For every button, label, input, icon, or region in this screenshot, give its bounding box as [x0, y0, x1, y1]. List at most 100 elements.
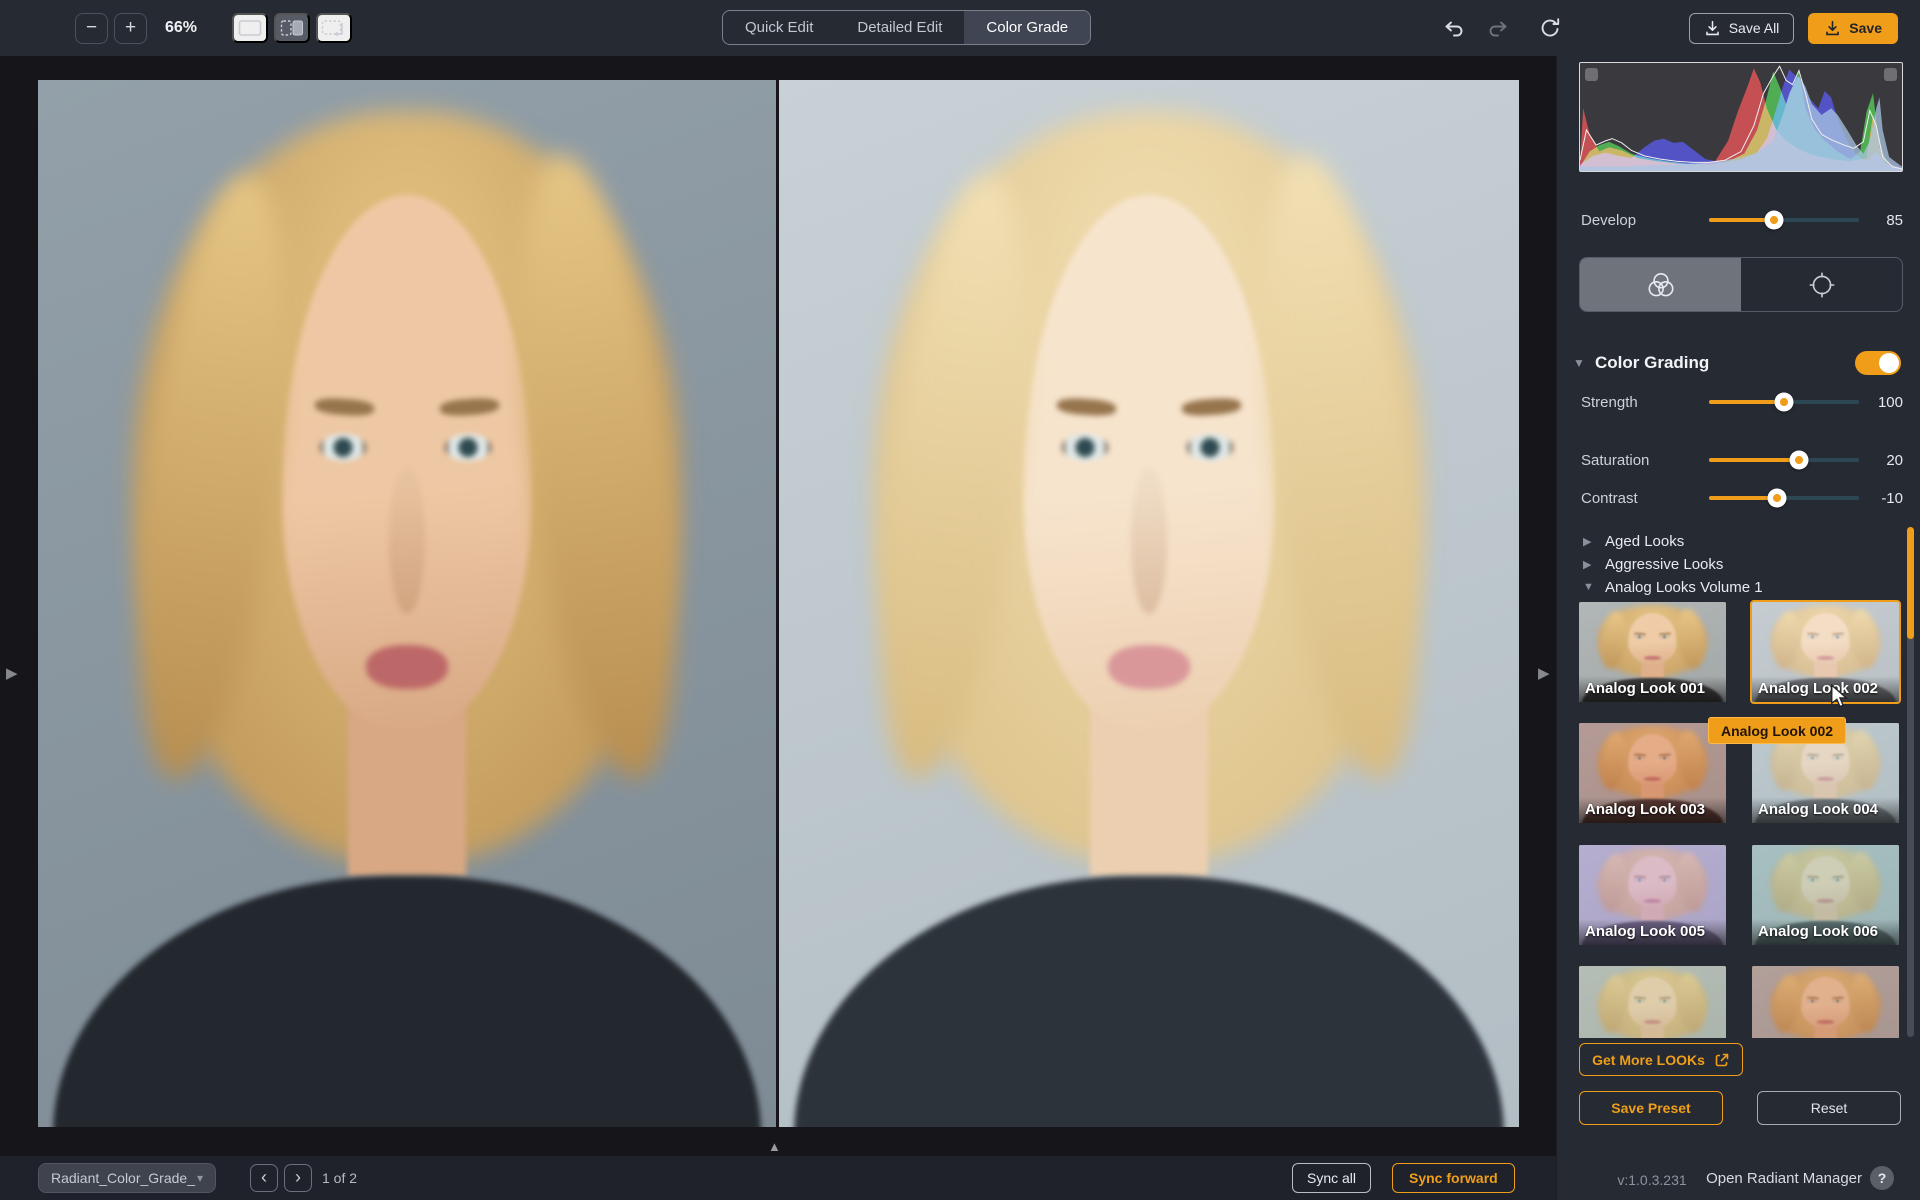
color-grading-title: Color Grading: [1595, 353, 1710, 372]
save-preset-button[interactable]: Save Preset: [1579, 1091, 1723, 1125]
panel-mode-tabs: [1579, 257, 1903, 312]
caret-down-icon: ▾: [196, 1171, 203, 1185]
single-view-button[interactable]: [232, 13, 268, 43]
download-icon: [1705, 20, 1719, 35]
develop-slider-row: Develop 85: [1581, 210, 1903, 230]
next-image-button[interactable]: ›: [284, 1164, 312, 1192]
bottom-bar: Radiant_Color_Grade_ ▾ ‹ › 1 of 2 Sync a…: [0, 1156, 1556, 1200]
adjustments-panel: Develop 85 ▼ Color Grading Strength 100 …: [1556, 56, 1920, 1200]
rgb-circles-icon: [1648, 272, 1673, 296]
look-thumbnail-007[interactable]: [1579, 966, 1726, 1038]
split-view-button[interactable]: [274, 13, 310, 43]
color-grading-header[interactable]: ▼ Color Grading: [1573, 350, 1905, 376]
previous-image-button[interactable]: ‹: [250, 1164, 278, 1192]
strength-value: 100: [1877, 393, 1903, 411]
look-tooltip: Analog Look 002: [1708, 717, 1847, 744]
expand-left-panel-arrow[interactable]: ▶: [6, 664, 18, 682]
single-view-icon: [238, 20, 262, 36]
file-name: Radiant_Color_Grade_: [51, 1170, 195, 1186]
toggle-view-button[interactable]: [316, 13, 352, 43]
look-thumbnail-002[interactable]: Analog Look 002: [1750, 600, 1901, 704]
expand-triangle-icon[interactable]: ▶: [1583, 535, 1595, 548]
slider-thumb[interactable]: [1774, 392, 1794, 412]
save-preset-label: Save Preset: [1611, 1100, 1691, 1116]
saturation-label: Saturation: [1581, 451, 1650, 469]
group-aggressive-looks[interactable]: ▶ Aggressive Looks: [1583, 553, 1883, 575]
group-label: Aggressive Looks: [1605, 555, 1724, 573]
look-thumbnail-006[interactable]: Analog Look 006: [1752, 845, 1899, 945]
highlight-clipping-indicator[interactable]: [1884, 68, 1897, 81]
collapse-right-panel-arrow[interactable]: ▶: [1538, 664, 1550, 682]
looks-scrollbar[interactable]: [1907, 527, 1914, 1037]
group-analog-looks-volume-1[interactable]: ▼ Analog Looks Volume 1: [1583, 576, 1883, 598]
save-all-button[interactable]: Save All: [1688, 12, 1795, 44]
slider-thumb[interactable]: [1789, 450, 1809, 470]
open-radiant-manager-link[interactable]: Open Radiant Manager: [1706, 1170, 1862, 1187]
look-thumbnail-005[interactable]: Analog Look 005: [1579, 845, 1726, 945]
look-thumbnail-003[interactable]: Analog Look 003: [1579, 723, 1726, 823]
look-thumbnail-008[interactable]: [1752, 966, 1899, 1038]
toggle-knob: [1879, 353, 1899, 373]
looks-grid: Analog Look 001 Analog Look 002 Analog L…: [1557, 596, 1920, 1038]
look-thumbnail-001[interactable]: Analog Look 001: [1579, 602, 1726, 702]
histogram[interactable]: [1579, 62, 1903, 172]
saturation-value: 20: [1886, 451, 1903, 469]
undo-button[interactable]: [1439, 13, 1469, 43]
reset-button[interactable]: Reset: [1757, 1091, 1901, 1125]
strength-label: Strength: [1581, 393, 1638, 411]
contrast-slider-row: Contrast -10: [1581, 488, 1903, 508]
redo-button[interactable]: [1483, 13, 1513, 43]
file-name-dropdown[interactable]: Radiant_Color_Grade_ ▾: [38, 1163, 216, 1193]
external-link-icon: [1715, 1053, 1729, 1066]
zoom-out-button[interactable]: −: [75, 12, 108, 44]
reset-image-button[interactable]: [1535, 13, 1565, 43]
targeted-adjust-mode-tab[interactable]: [1741, 258, 1902, 311]
contrast-value: -10: [1881, 489, 1903, 507]
saturation-slider[interactable]: [1709, 450, 1859, 470]
split-view-icon: [280, 20, 303, 36]
collapse-triangle-icon[interactable]: ▼: [1573, 356, 1595, 370]
crosshair-icon: [1809, 272, 1834, 297]
sync-all-label: Sync all: [1307, 1170, 1357, 1186]
contrast-label: Contrast: [1581, 489, 1638, 507]
looks-scrollbar-thumb[interactable]: [1907, 527, 1914, 639]
save-button[interactable]: Save: [1808, 12, 1898, 44]
look-label: Analog Look 005: [1579, 919, 1726, 945]
after-image[interactable]: [779, 80, 1519, 1127]
get-more-looks-button[interactable]: Get More LOOKs: [1579, 1043, 1743, 1076]
filmstrip-toggle-arrow[interactable]: ▲: [768, 1139, 781, 1154]
expand-triangle-icon[interactable]: ▶: [1583, 558, 1595, 571]
saturation-slider-row: Saturation 20: [1581, 450, 1903, 470]
help-icon[interactable]: ?: [1870, 1166, 1894, 1190]
get-more-looks-label: Get More LOOKs: [1592, 1051, 1705, 1068]
group-aged-looks[interactable]: ▶ Aged Looks: [1583, 530, 1883, 552]
look-tooltip-text: Analog Look 002: [1721, 722, 1834, 739]
save-all-label: Save All: [1728, 20, 1780, 36]
tab-color-grade[interactable]: Color Grade: [964, 11, 1091, 44]
color-grading-toggle[interactable]: [1855, 351, 1901, 375]
slider-thumb[interactable]: [1764, 210, 1783, 230]
look-label: Analog Look 003: [1579, 797, 1726, 823]
reset-label: Reset: [1810, 1100, 1848, 1116]
page-indicator: 1 of 2: [322, 1170, 358, 1186]
group-label: Analog Looks Volume 1: [1605, 578, 1763, 596]
shadow-clipping-indicator[interactable]: [1585, 68, 1598, 81]
strength-slider[interactable]: [1709, 392, 1859, 412]
contrast-slider[interactable]: [1709, 488, 1859, 508]
tab-quick-edit[interactable]: Quick Edit: [723, 11, 835, 44]
tab-detailed-edit[interactable]: Detailed Edit: [835, 11, 964, 44]
color-grade-mode-tab[interactable]: [1580, 258, 1741, 311]
zoom-in-button[interactable]: +: [114, 12, 147, 44]
group-label: Aged Looks: [1605, 532, 1685, 550]
expand-triangle-icon[interactable]: ▼: [1583, 581, 1595, 593]
sync-forward-button[interactable]: Sync forward: [1392, 1163, 1515, 1193]
zoom-level: 66%: [165, 19, 198, 36]
before-image[interactable]: [38, 80, 776, 1127]
portrait-after: [779, 80, 1519, 1127]
develop-value: 85: [1886, 211, 1903, 229]
sync-all-button[interactable]: Sync all: [1292, 1163, 1372, 1193]
slider-thumb[interactable]: [1767, 488, 1786, 508]
develop-slider[interactable]: [1709, 210, 1859, 230]
toggle-view-icon: [321, 20, 343, 37]
histogram-chart: [1580, 63, 1902, 171]
